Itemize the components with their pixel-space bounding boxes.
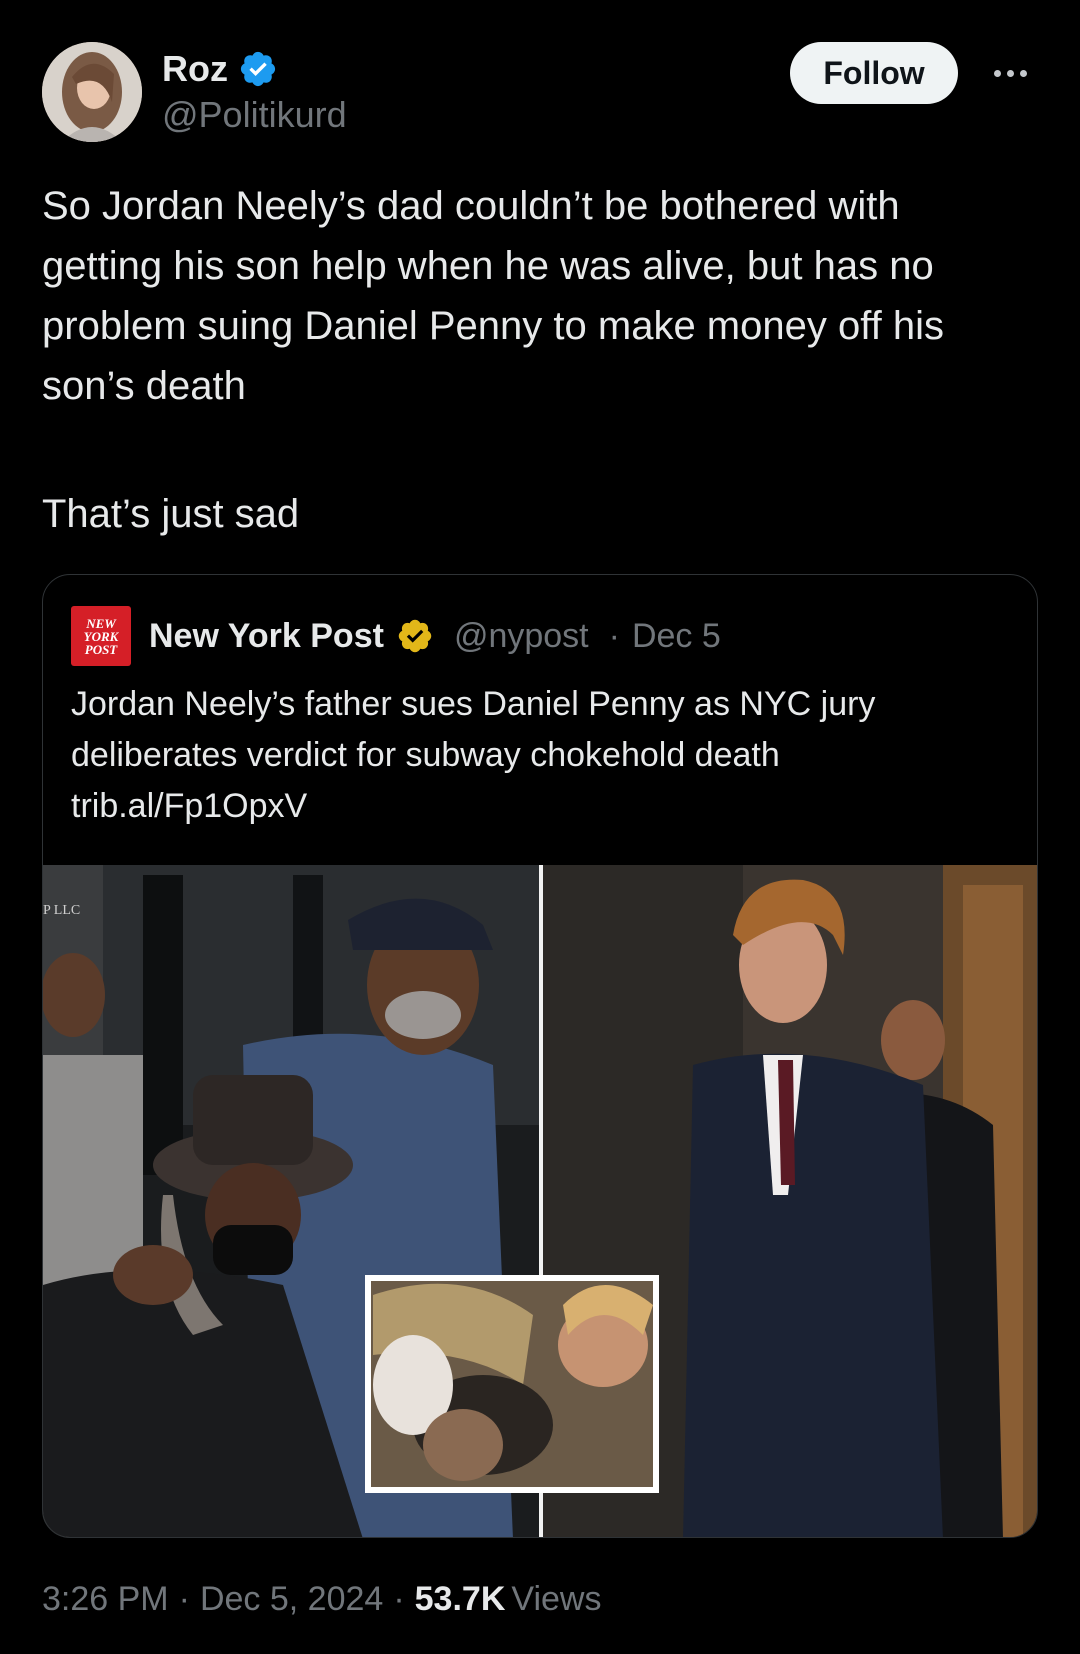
tweet-footer: 3:26 PM · Dec 5, 2024 · 53.7K Views [42,1580,601,1619]
tweet-time[interactable]: 3:26 PM [42,1580,169,1619]
quoted-tweet-card[interactable]: NEW YORK POST New York Post @nypost · De… [42,574,1038,1538]
quoted-tweet-header: NEW YORK POST New York Post @nypost · De… [71,605,721,667]
views-label: Views [511,1580,602,1618]
quoted-tweet-text: Jordan Neely’s father sues Daniel Penny … [71,685,876,774]
author-avatar[interactable] [42,42,142,142]
author-name[interactable]: Roz [162,48,228,90]
quoted-tweet-link[interactable]: trib.al/Fp1OpxV [71,781,307,832]
author-handle[interactable]: @Politikurd [162,94,347,136]
tweet-date[interactable]: Dec 5, 2024 [200,1580,383,1619]
verified-badge-icon [240,51,276,87]
quoted-author-name[interactable]: New York Post [149,617,384,656]
more-options-icon[interactable] [994,60,1034,86]
tweet-text-second-paragraph: That’s just sad [42,492,300,536]
quoted-tweet-date[interactable]: Dec 5 [632,617,721,656]
dot-separator: · [393,1580,405,1618]
nypost-logo-avatar[interactable]: NEW YORK POST [71,606,131,666]
news-photo-collage [43,865,1037,1537]
quoted-author-handle[interactable]: @nypost [454,617,589,656]
tweet-text: So Jordan Neely’s dad couldn’t be bother… [42,184,956,408]
background-sign-text: P LLC [43,903,81,918]
dot-separator: · [608,616,620,655]
author-name-row: Roz [162,48,278,90]
views-count: 53.7K [414,1580,506,1618]
quoted-tweet-media[interactable]: P LLC [43,865,1037,1537]
follow-button[interactable]: Follow [790,42,958,104]
tweet-header: Roz @Politikurd Follow [42,42,1038,142]
gold-verified-badge-icon [398,619,432,653]
dot-separator: · [178,1580,190,1618]
